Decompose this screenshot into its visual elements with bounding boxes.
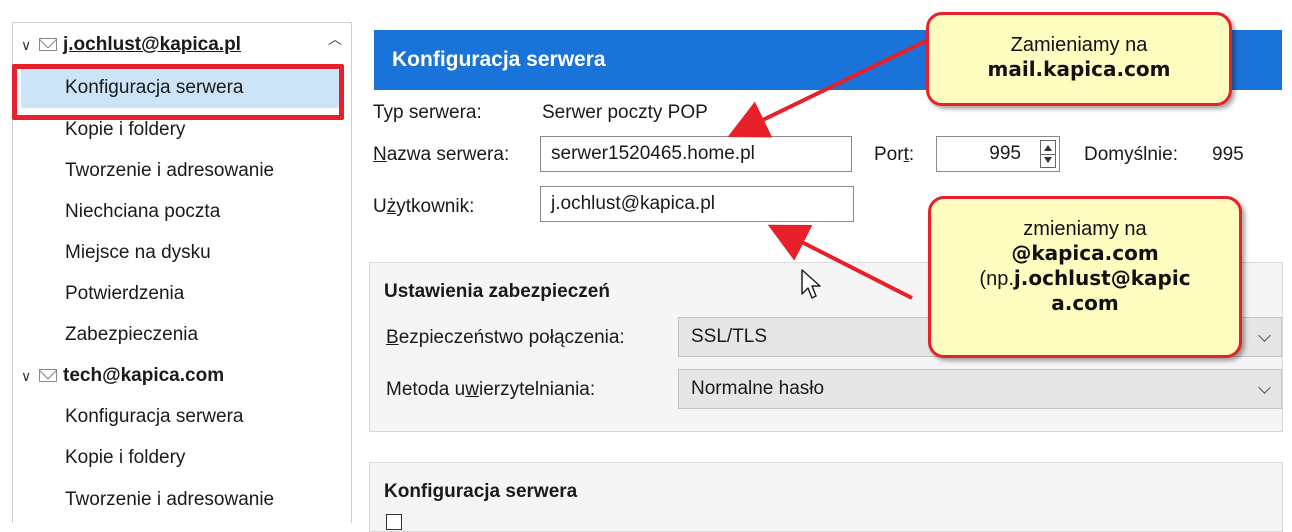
sidebar-item-copies-folders-2[interactable]: Kopie i foldery — [13, 438, 185, 478]
chevron-down-icon[interactable]: ∨ — [21, 356, 35, 396]
default-port-value: 995 — [1212, 144, 1244, 165]
callout-text: zmieniamy na — [1023, 218, 1147, 240]
server-name-input[interactable]: serwer1520465.home.pl — [540, 136, 852, 172]
callout-text-bold: mail.kapica.com — [987, 57, 1171, 81]
callout-text: Zamieniamy na — [1010, 34, 1148, 56]
security-group-title: Ustawienia zabezpieczeń — [384, 281, 610, 302]
default-port-label: Domyślnie: — [1084, 144, 1178, 165]
auth-method-select[interactable]: Normalne hasło — [678, 369, 1282, 409]
sidebar-item-label: Tworzenie i adresowanie — [65, 489, 275, 510]
sidebar-item-label: Kopie i foldery — [65, 447, 186, 468]
port-label: Port: — [874, 144, 915, 165]
mouse-pointer-icon — [801, 269, 821, 299]
auth-method-label: Metoda uwierzytelniania: — [386, 379, 596, 400]
callout-text-bold: @kapica.com — [1011, 241, 1159, 265]
callout-text-bold: a.com — [1051, 291, 1119, 315]
user-input[interactable]: j.ochlust@kapica.pl — [540, 186, 854, 222]
scroll-up-icon[interactable]: ︿ — [327, 31, 343, 47]
account-name: tech@kapica.com — [63, 365, 225, 386]
account-row-1[interactable]: ∨ j.ochlust@kapica.pl — [13, 25, 241, 65]
sidebar-item-disk-space[interactable]: Miejsce na dysku — [13, 233, 211, 273]
sidebar-item-label: Tworzenie i adresowanie — [65, 160, 275, 181]
server-type-value: Serwer poczty POP — [542, 102, 708, 123]
sidebar-item-server-config-2[interactable]: Konfiguracja serwera — [13, 397, 243, 437]
sidebar-item-label: Niechciana poczta — [65, 201, 221, 222]
sidebar-item-label: Potwierdzenia — [65, 283, 185, 304]
connection-security-value: SSL/TLS — [691, 326, 768, 347]
envelope-icon — [39, 369, 57, 382]
sidebar-item-composition[interactable]: Tworzenie i adresowanie — [13, 151, 274, 191]
selection-highlight-box — [12, 64, 344, 120]
sidebar-item-composition-2[interactable]: Tworzenie i adresowanie — [13, 480, 274, 520]
chevron-down-icon — [1258, 329, 1271, 342]
callout-server-name: Zamieniamy na mail.kapica.com — [926, 12, 1232, 106]
auth-method-value: Normalne hasło — [691, 378, 825, 399]
connection-security-label: Bezpieczeństwo połączenia: — [386, 327, 625, 348]
account-row-2[interactable]: ∨ tech@kapica.com — [13, 356, 224, 396]
sidebar-item-label: Zabezpieczenia — [65, 324, 199, 345]
chevron-down-icon — [1258, 381, 1271, 394]
server-settings-group: Konfiguracja serwera — [369, 462, 1283, 532]
server-option-checkbox[interactable] — [386, 514, 402, 530]
server-type-label: Typ serwera: — [373, 102, 482, 123]
sidebar-item-label: Miejsce na dysku — [65, 242, 211, 263]
sidebar-item-label: Kopie i foldery — [65, 119, 186, 140]
server-name-label: Nazwa serwera: — [373, 144, 510, 165]
envelope-icon — [39, 38, 57, 51]
user-label: Użytkownik: — [373, 196, 475, 217]
server-group-title: Konfiguracja serwera — [384, 481, 578, 502]
port-input[interactable]: 995 — [936, 136, 1060, 172]
port-value: 995 — [989, 143, 1021, 164]
callout-username: zmieniamy na @kapica.com (np.j.ochlust@k… — [928, 196, 1242, 358]
sidebar-item-junk[interactable]: Niechciana poczta — [13, 192, 220, 232]
sidebar-item-receipts[interactable]: Potwierdzenia — [13, 274, 184, 314]
chevron-down-icon[interactable]: ∨ — [21, 25, 35, 65]
callout-text: (np.j.ochlust@kapic — [979, 266, 1191, 290]
sidebar-item-label: Konfiguracja serwera — [65, 406, 244, 427]
sidebar-item-security[interactable]: Zabezpieczenia — [13, 315, 198, 355]
port-stepper-icon[interactable] — [1040, 140, 1056, 168]
account-name: j.ochlust@kapica.pl — [63, 34, 241, 55]
